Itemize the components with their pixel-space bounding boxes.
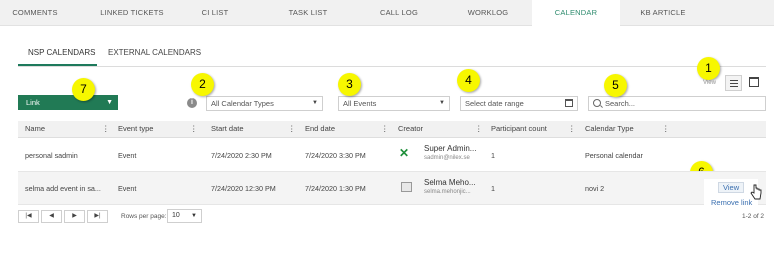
cell-end-date: 7/24/2020 1:30 PM: [305, 184, 366, 193]
link-button-label: Link: [26, 98, 40, 107]
table-header: Name ⋮ Event type ⋮ Start date ⋮ End dat…: [18, 121, 766, 138]
rows-per-page-value: 10: [172, 212, 180, 219]
search-icon: [593, 99, 601, 107]
cell-name[interactable]: personal sadmin: [25, 151, 78, 160]
link-button[interactable]: Link ▼: [18, 95, 118, 110]
column-menu-icon[interactable]: ⋮: [662, 121, 670, 137]
cell-calendar-type: Personal calendar: [585, 151, 643, 160]
chevron-down-icon: ▼: [106, 99, 113, 106]
subtab-divider: [18, 66, 766, 67]
cell-creator-email: selma.mehonjic...: [424, 189, 471, 195]
view-menu-item[interactable]: View: [718, 182, 745, 193]
column-header-start-date[interactable]: Start date: [211, 121, 244, 137]
column-header-calendar-type[interactable]: Calendar Type: [585, 121, 634, 137]
caret-down-icon: ▼: [312, 100, 318, 106]
next-page-button[interactable]: ▶: [64, 210, 85, 223]
tab-call-log[interactable]: CALL LOG: [364, 0, 434, 25]
date-range-placeholder: Select date range: [465, 99, 524, 108]
column-menu-icon[interactable]: ⋮: [288, 121, 296, 137]
events-value: All Events: [343, 99, 377, 108]
info-icon[interactable]: i: [187, 98, 197, 108]
calendar-types-value: All Calendar Types: [211, 99, 274, 108]
calendar-icon[interactable]: [565, 99, 573, 107]
tab-worklog[interactable]: WORKLOG: [448, 0, 528, 25]
first-page-button[interactable]: |◀: [18, 210, 39, 223]
rows-per-page-label: Rows per page:: [121, 213, 167, 220]
column-menu-icon[interactable]: ⋮: [190, 121, 198, 137]
cell-start-date: 7/24/2020 12:30 PM: [211, 184, 276, 193]
column-header-end-date[interactable]: End date: [305, 121, 335, 137]
annotation-badge-1: 1: [697, 57, 720, 80]
events-select[interactable]: All Events ▼: [338, 96, 450, 111]
tab-task-list[interactable]: TASK LIST: [268, 0, 348, 25]
column-menu-icon[interactable]: ⋮: [568, 121, 576, 137]
caret-down-icon: ▼: [191, 213, 197, 219]
view-label: View: [703, 80, 716, 86]
annotation-badge-7: 7: [72, 78, 95, 101]
caret-down-icon: ▼: [439, 100, 445, 106]
column-menu-icon[interactable]: ⋮: [381, 121, 389, 137]
column-header-event-type[interactable]: Event type: [118, 121, 153, 137]
tab-calendar[interactable]: CALENDAR: [532, 0, 620, 26]
cell-participant-count: 1: [491, 151, 495, 160]
cell-end-date: 7/24/2020 3:30 PM: [305, 151, 366, 160]
annotation-badge-5: 5: [604, 74, 627, 97]
subtab-external-calendars[interactable]: EXTERNAL CALENDARS: [108, 48, 201, 57]
prev-page-button[interactable]: ◀: [41, 210, 62, 223]
annotation-badge-4: 4: [457, 69, 480, 92]
nilex-logo-icon: ✕: [399, 146, 410, 160]
column-header-name[interactable]: Name: [25, 121, 45, 137]
column-header-participant-count[interactable]: Participant count: [491, 121, 547, 137]
annotation-badge-3: 3: [338, 73, 361, 96]
cell-creator-name: Selma Meho...: [424, 178, 476, 187]
last-page-button[interactable]: ▶|: [87, 210, 108, 223]
top-tab-bar: COMMENTS LINKED TICKETS CI LIST TASK LIS…: [0, 0, 774, 26]
remove-link-menu-item[interactable]: Remove link: [711, 198, 752, 207]
tab-kb-article[interactable]: KB ARTICLE: [622, 0, 704, 25]
cell-creator-name: Super Admin...: [424, 144, 477, 153]
cell-event-type: Event: [118, 184, 137, 193]
cell-start-date: 7/24/2020 2:30 PM: [211, 151, 272, 160]
column-menu-icon[interactable]: ⋮: [475, 121, 483, 137]
cell-participant-count: 1: [491, 184, 495, 193]
column-header-creator[interactable]: Creator: [398, 121, 423, 137]
table-row[interactable]: selma add event in sa... Event 7/24/2020…: [18, 172, 766, 205]
calendar-types-select[interactable]: All Calendar Types ▼: [206, 96, 323, 111]
pagination-count: 1-2 of 2: [742, 213, 765, 220]
column-menu-icon[interactable]: ⋮: [102, 121, 110, 137]
rows-per-page-select[interactable]: 10 ▼: [167, 209, 202, 223]
table-row[interactable]: personal sadmin Event 7/24/2020 2:30 PM …: [18, 138, 766, 172]
tab-ci-list[interactable]: CI LIST: [185, 0, 245, 25]
tab-linked-tickets[interactable]: LINKED TICKETS: [92, 0, 172, 25]
date-range-input[interactable]: Select date range: [460, 96, 578, 111]
hand-cursor-icon: [750, 184, 762, 200]
tab-comments[interactable]: COMMENTS: [0, 0, 70, 25]
subtab-nsp-calendars[interactable]: NSP CALENDARS: [28, 48, 95, 57]
avatar-placeholder-icon: [401, 182, 412, 192]
cell-event-type: Event: [118, 151, 137, 160]
cell-creator-email: sadmin@nilex.se: [424, 155, 470, 161]
annotation-badge-2: 2: [191, 73, 214, 96]
search-input[interactable]: Search...: [588, 96, 766, 111]
cell-calendar-type: novi 2: [585, 184, 605, 193]
cell-name[interactable]: selma add event in sa...: [25, 184, 101, 193]
list-view-icon[interactable]: [725, 75, 742, 91]
search-placeholder: Search...: [605, 99, 636, 108]
calendar-view-icon[interactable]: [749, 77, 759, 87]
